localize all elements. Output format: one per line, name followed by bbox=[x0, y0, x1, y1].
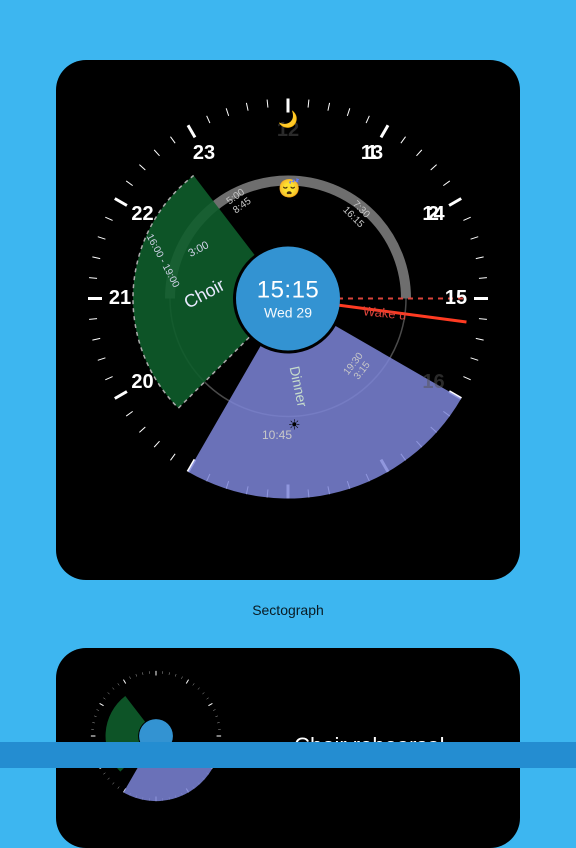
sectograph-widget[interactable]: 20212223121514131612 Choir 16:00 - 19:00… bbox=[56, 60, 520, 580]
mini-clock-dial bbox=[86, 666, 226, 806]
moon-icon: 🌙 bbox=[278, 110, 298, 130]
bottom-bar bbox=[0, 742, 576, 768]
clock-date: Wed 29 bbox=[264, 305, 312, 321]
widget-label: Sectograph bbox=[0, 602, 576, 618]
sun-icon: ☀︎ bbox=[288, 417, 301, 434]
clock-time: 15:15 bbox=[257, 277, 320, 305]
clock-dial[interactable]: 20212223121514131612 Choir 16:00 - 19:00… bbox=[73, 84, 503, 514]
sleep-icon: 😴 bbox=[278, 179, 300, 200]
clock-center[interactable]: 15:15 Wed 29 bbox=[236, 247, 340, 351]
